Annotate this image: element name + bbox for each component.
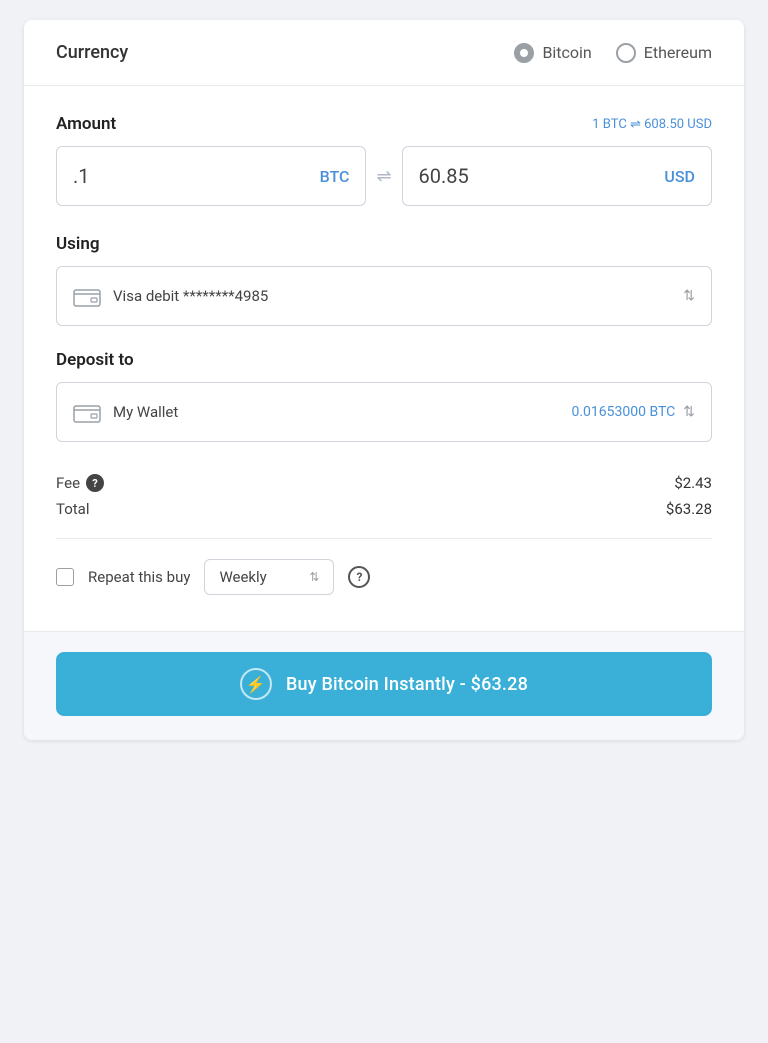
ethereum-radio[interactable] <box>616 43 636 63</box>
bitcoin-radio[interactable] <box>514 43 534 63</box>
deposit-section: Deposit to My Wallet 0.01653000 BTC ⇅ <box>56 350 712 442</box>
deposit-wallet-select[interactable]: My Wallet 0.01653000 BTC ⇅ <box>56 382 712 442</box>
bitcoin-label: Bitcoin <box>542 43 591 62</box>
deposit-wallet-name: My Wallet <box>113 403 571 421</box>
using-title: Using <box>56 234 712 254</box>
amount-inputs: BTC ⇌ USD <box>56 146 712 206</box>
payment-arrows-icon: ⇅ <box>683 288 695 304</box>
frequency-text: Weekly <box>219 568 301 586</box>
currency-label: Currency <box>56 42 128 63</box>
repeat-section: Repeat this buy Weekly ⇅ ? <box>56 559 712 603</box>
total-row: Total $63.28 <box>56 500 712 518</box>
fee-label: Fee ? <box>56 474 104 492</box>
fee-row: Fee ? $2.43 <box>56 474 712 492</box>
usd-input-box[interactable]: USD <box>402 146 712 206</box>
fee-value: $2.43 <box>674 474 712 492</box>
deposit-arrows-icon: ⇅ <box>683 404 695 420</box>
repeat-help-icon[interactable]: ? <box>348 566 370 588</box>
repeat-checkbox[interactable] <box>56 568 74 586</box>
repeat-label: Repeat this buy <box>88 568 190 586</box>
deposit-title: Deposit to <box>56 350 712 370</box>
bitcoin-option[interactable]: Bitcoin <box>514 43 591 63</box>
total-label: Total <box>56 500 90 518</box>
divider <box>56 538 712 539</box>
buy-button-label: Buy Bitcoin Instantly - $63.28 <box>286 674 528 695</box>
frequency-select[interactable]: Weekly ⇅ <box>204 559 334 595</box>
frequency-arrows-icon: ⇅ <box>309 570 319 584</box>
exchange-rate: 1 BTC ⇌ 608.50 USD <box>592 117 712 132</box>
btc-input-box[interactable]: BTC <box>56 146 366 206</box>
amount-title: Amount <box>56 114 116 134</box>
currency-section: Currency Bitcoin Ethereum <box>24 20 744 86</box>
buy-button[interactable]: ⚡ Buy Bitcoin Instantly - $63.28 <box>56 652 712 716</box>
main-card: Currency Bitcoin Ethereum Amount 1 BTC ⇌… <box>24 20 744 740</box>
currency-options: Bitcoin Ethereum <box>514 43 712 63</box>
fee-help-icon[interactable]: ? <box>86 474 104 492</box>
amount-header: Amount 1 BTC ⇌ 608.50 USD <box>56 114 712 134</box>
swap-icon: ⇌ <box>376 166 391 187</box>
buy-section: ⚡ Buy Bitcoin Instantly - $63.28 <box>24 631 744 740</box>
fee-section: Fee ? $2.43 Total $63.28 <box>56 466 712 518</box>
using-section: Using Visa debit ********4985 ⇅ <box>56 234 712 326</box>
deposit-amount: 0.01653000 BTC <box>571 404 675 420</box>
ethereum-label: Ethereum <box>644 43 712 62</box>
ethereum-option[interactable]: Ethereum <box>616 43 712 63</box>
btc-input[interactable] <box>73 164 320 188</box>
payment-method-select[interactable]: Visa debit ********4985 ⇅ <box>56 266 712 326</box>
wallet-icon <box>73 285 101 307</box>
usd-unit: USD <box>664 167 695 186</box>
main-content: Amount 1 BTC ⇌ 608.50 USD BTC ⇌ USD Usin… <box>24 86 744 631</box>
lightning-icon: ⚡ <box>240 668 272 700</box>
btc-unit: BTC <box>320 167 350 186</box>
payment-method-text: Visa debit ********4985 <box>113 287 683 305</box>
total-value: $63.28 <box>666 500 712 518</box>
usd-input[interactable] <box>419 164 665 188</box>
deposit-wallet-icon <box>73 401 101 423</box>
